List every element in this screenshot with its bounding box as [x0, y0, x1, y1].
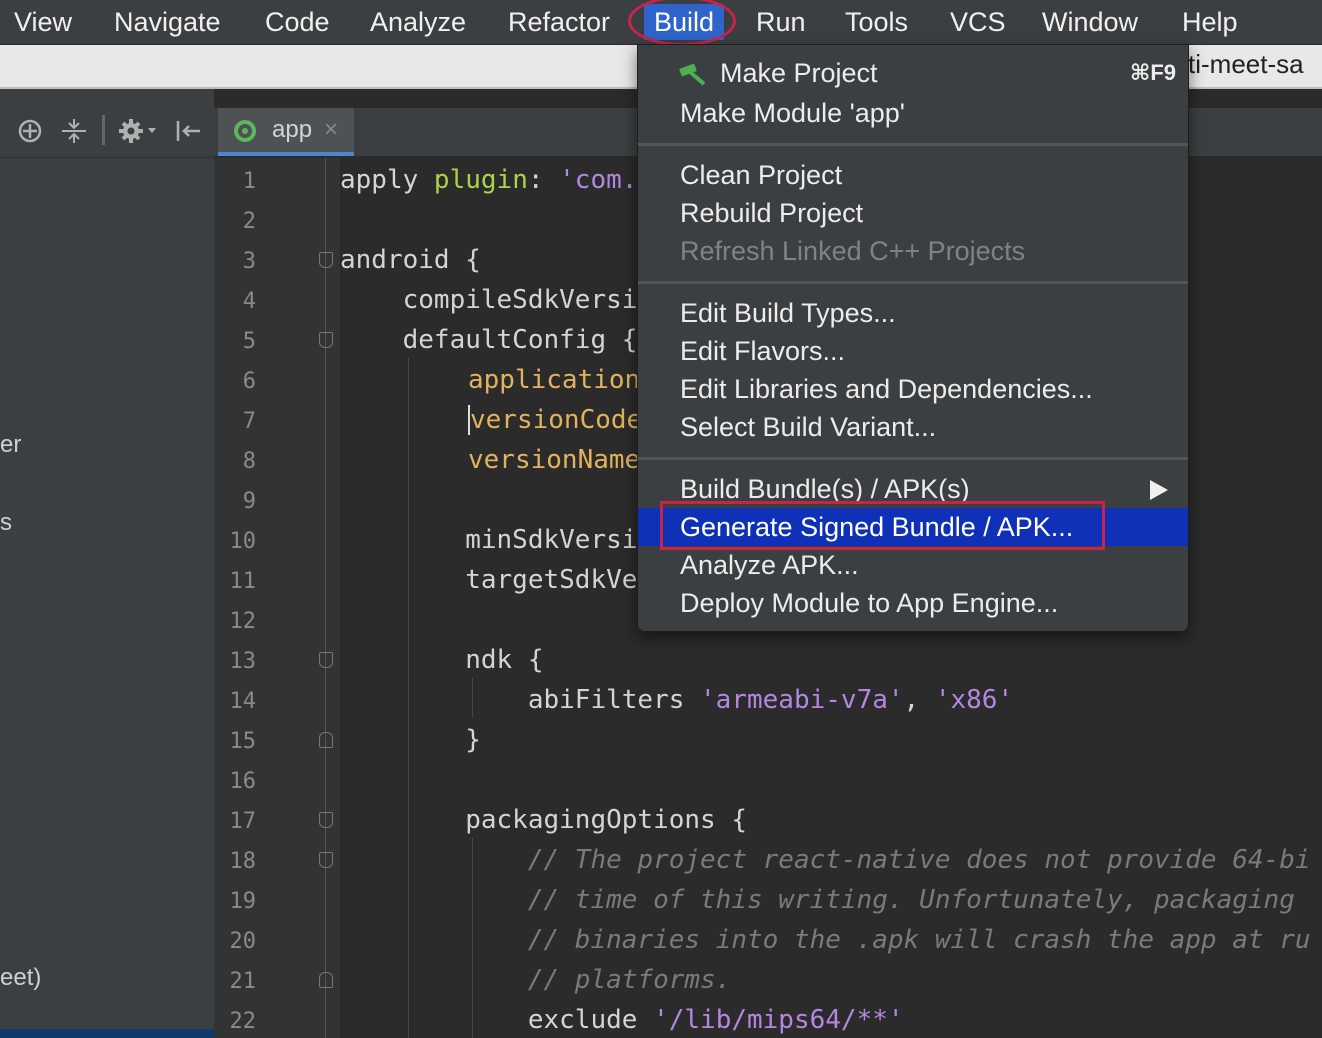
line-number: 19 [229, 889, 257, 914]
fold-marker[interactable] [319, 812, 333, 828]
line-number: 4 [242, 289, 256, 314]
fold-marker[interactable] [319, 972, 333, 988]
menu-run[interactable]: Run [756, 4, 806, 40]
menu-item-build-bundles[interactable]: Build Bundle(s) / APK(s) [638, 470, 1188, 508]
project-panel-toolbar [0, 89, 214, 158]
code-comment: // binaries into the .apk will crash the… [340, 925, 1311, 955]
menu-item-make-project[interactable]: Make Project ⌘F9 [638, 54, 1188, 92]
tab-app[interactable]: app × [218, 108, 354, 156]
menu-item-clean-project[interactable]: Clean Project [638, 156, 1188, 194]
line-number: 16 [229, 769, 257, 794]
panel-bottom-bar [0, 1029, 214, 1038]
line-number: 8 [242, 449, 256, 474]
line-number: 18 [229, 849, 257, 874]
code-comment: // The project react-native does not pro… [340, 845, 1311, 875]
code-line: application [468, 365, 641, 395]
build-menu-dropdown: Make Project ⌘F9 Make Module 'app' Clean… [637, 44, 1189, 632]
editor-gutter: 1 2 3 4 5 6 7 8 9 10 11 12 13 14 15 16 1… [214, 158, 376, 1038]
line-number: 2 [242, 209, 256, 234]
hammer-icon [679, 64, 706, 86]
close-icon[interactable]: × [324, 116, 338, 144]
submenu-arrow-icon [1150, 480, 1168, 500]
menu-item-deploy-module[interactable]: Deploy Module to App Engine... [638, 584, 1188, 622]
code-line: apply plugin: 'com. [340, 165, 638, 195]
line-number: 21 [229, 969, 257, 994]
toolbar-divider [102, 115, 105, 145]
code-line: compileSdkVersi [340, 285, 638, 315]
code-line: packagingOptions { [340, 805, 747, 835]
line-number: 9 [242, 489, 256, 514]
hide-panel-icon[interactable] [174, 117, 202, 149]
menu-view[interactable]: View [14, 4, 72, 40]
menu-vcs[interactable]: VCS [950, 4, 1006, 40]
line-number: 22 [229, 1009, 257, 1034]
code-line: exclude '/lib/mips64/**' [340, 1005, 904, 1035]
line-number: 14 [229, 689, 257, 714]
fold-marker[interactable] [319, 332, 333, 348]
code-comment: // time of this writing. Unfortunately, … [340, 885, 1295, 915]
tab-label: app [272, 116, 313, 143]
menu-help[interactable]: Help [1182, 4, 1238, 40]
menu-item-edit-libraries[interactable]: Edit Libraries and Dependencies... [638, 370, 1188, 408]
code-comment: // platforms. [340, 965, 732, 995]
menu-build[interactable]: Build [644, 4, 725, 40]
code-line: versionCode [468, 405, 643, 435]
menu-navigate[interactable]: Navigate [114, 4, 221, 40]
menu-item-edit-build-types[interactable]: Edit Build Types... [638, 294, 1188, 332]
menu-item-make-module[interactable]: Make Module 'app' [638, 94, 1188, 132]
gear-icon[interactable] [118, 117, 158, 149]
line-number: 5 [242, 329, 256, 354]
line-number: 11 [229, 569, 257, 594]
fold-marker[interactable] [319, 252, 333, 268]
line-number: 1 [242, 169, 256, 194]
code-line: } [340, 725, 481, 755]
tree-item-fragment[interactable]: er [0, 431, 21, 459]
fold-marker[interactable] [319, 652, 333, 668]
tree-item-fragment[interactable]: s [0, 509, 12, 537]
menu-tools[interactable]: Tools [845, 4, 908, 40]
window-title: ti-meet-sa [1188, 49, 1304, 79]
code-line: minSdkVersi [340, 525, 638, 555]
code-line: targetSdkVe [340, 565, 638, 595]
menu-refactor[interactable]: Refactor [508, 4, 610, 40]
crosshair-icon[interactable] [16, 117, 44, 149]
project-panel: er s eet) [0, 89, 214, 1038]
menu-item-rebuild-project[interactable]: Rebuild Project [638, 194, 1188, 232]
menu-bar: View Navigate Code Analyze Refactor Buil… [0, 0, 1322, 45]
gradle-module-icon [234, 120, 256, 142]
fold-marker[interactable] [319, 852, 333, 868]
code-line: android { [340, 245, 481, 275]
line-number: 10 [229, 529, 257, 554]
menu-separator [638, 457, 1188, 460]
code-line: abiFilters 'armeabi-v7a', 'x86' [340, 685, 1014, 715]
line-number: 20 [229, 929, 257, 954]
menu-separator [638, 281, 1188, 284]
line-number: 3 [242, 249, 256, 274]
fold-marker[interactable] [319, 732, 333, 748]
fold-guide-line [325, 158, 326, 1038]
shortcut-label: ⌘F9 [1129, 60, 1176, 85]
line-number: 13 [229, 649, 257, 674]
line-number: 15 [229, 729, 257, 754]
menu-window[interactable]: Window [1042, 4, 1138, 40]
line-number: 7 [242, 409, 256, 434]
menu-item-generate-signed-bundle[interactable]: Generate Signed Bundle / APK... [638, 508, 1188, 546]
code-line: ndk { [340, 645, 544, 675]
line-number: 12 [229, 609, 257, 634]
tree-item-fragment[interactable]: eet) [0, 964, 41, 992]
code-line: defaultConfig { [340, 325, 638, 355]
menu-item-analyze-apk[interactable]: Analyze APK... [638, 546, 1188, 584]
collapse-all-icon[interactable] [60, 117, 88, 149]
menu-item-refresh-cpp: Refresh Linked C++ Projects [680, 236, 1026, 266]
menu-analyze[interactable]: Analyze [370, 4, 466, 40]
menu-code[interactable]: Code [265, 4, 330, 40]
menu-item-select-build-variant[interactable]: Select Build Variant... [638, 408, 1188, 446]
menu-item-edit-flavors[interactable]: Edit Flavors... [638, 332, 1188, 370]
menu-separator [638, 143, 1188, 146]
line-number: 6 [242, 369, 256, 394]
code-line: versionName [468, 445, 641, 475]
line-number: 17 [229, 809, 257, 834]
